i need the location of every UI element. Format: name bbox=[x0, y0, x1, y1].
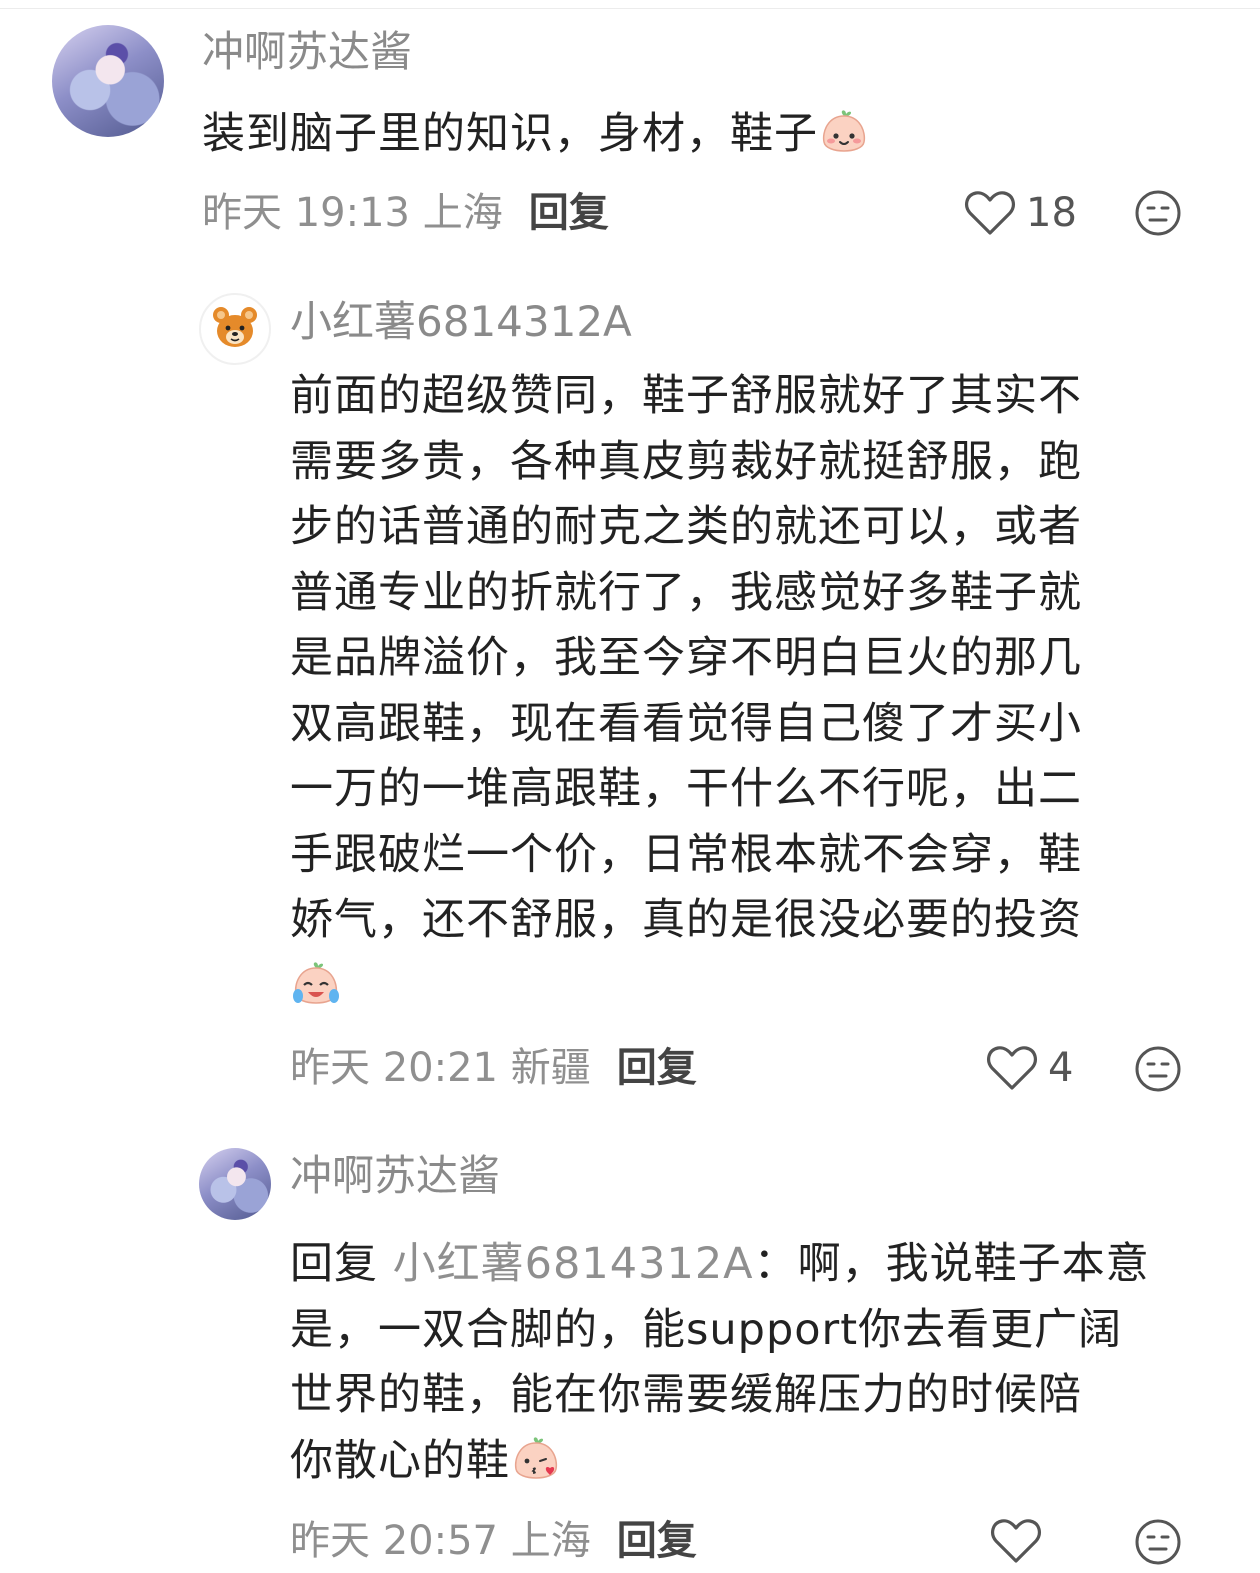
comment-text-line: 一万的一堆高跟鞋，干什么不行呢，出二 bbox=[290, 764, 1082, 814]
comment-text-line: 娇气，还不舒服，真的是很没必要的投资 bbox=[290, 895, 1082, 945]
dislike-face-icon[interactable] bbox=[1134, 189, 1182, 237]
reply-button[interactable]: 回复 bbox=[617, 1518, 697, 1564]
comment-meta: 昨天 20:57 上海 回复 bbox=[290, 1516, 697, 1566]
comment-text-line: 是，一双合脚的，能support你去看更广阔 bbox=[290, 1304, 1123, 1355]
comment-meta: 昨天 20:21 新疆 回复 bbox=[290, 1043, 697, 1093]
comment-text-line: 啊，我说鞋子本意 bbox=[797, 1239, 1150, 1289]
avatar[interactable] bbox=[52, 25, 164, 137]
comment-text-line: 需要多贵，各种真皮剪裁好就挺舒服，跑 bbox=[290, 436, 1082, 487]
crying-laughing-peach-emoji bbox=[293, 961, 339, 1004]
reply-button[interactable]: 回复 bbox=[617, 1045, 697, 1091]
like-button[interactable]: 18 bbox=[964, 188, 1077, 238]
smiling-peach-emoji bbox=[822, 110, 866, 152]
comment-username[interactable]: 冲啊苏达酱 bbox=[202, 26, 412, 78]
heart-icon bbox=[965, 191, 1015, 235]
like-count: 4 bbox=[1048, 1045, 1074, 1091]
comment-username[interactable]: 冲啊苏达酱 bbox=[290, 1150, 500, 1202]
reply-to-username[interactable]: 小红薯6814312A bbox=[393, 1239, 754, 1289]
heart-icon bbox=[991, 1519, 1041, 1563]
like-button[interactable] bbox=[990, 1516, 1052, 1566]
avatar[interactable] bbox=[199, 1148, 271, 1220]
dislike-face-icon[interactable] bbox=[1134, 1518, 1182, 1566]
reply-prefix: 回复 bbox=[290, 1239, 378, 1289]
comment-text: 前面的超级赞同，鞋子舒服就好了其实不 需要多贵，各种真皮剪裁好就挺舒服，跑 步的… bbox=[290, 364, 1190, 1019]
kissing-peach-emoji bbox=[514, 1436, 558, 1479]
comment-time-location: 昨天 19:13 上海 bbox=[202, 190, 503, 236]
comment-text-body: 装到脑子里的知识，身材，鞋子 bbox=[202, 109, 818, 159]
comment-username[interactable]: 小红薯6814312A bbox=[290, 296, 632, 348]
comment-text-line: 步的话普通的耐克之类的就还可以，或者 bbox=[290, 502, 1082, 552]
comment-text-line: 世界的鞋，能在你需要缓解压力的时候陪 bbox=[290, 1370, 1082, 1420]
comment-text-line: 手跟破烂一个价，日常根本就不会穿，鞋 bbox=[290, 829, 1082, 880]
reply-button[interactable]: 回复 bbox=[529, 190, 609, 236]
comment-text-line: 前面的超级赞同，鞋子舒服就好了其实不 bbox=[290, 371, 1082, 421]
comment-text-line: 你散心的鞋 bbox=[290, 1435, 510, 1486]
comment-meta: 昨天 19:13 上海 回复 bbox=[202, 188, 609, 238]
avatar[interactable] bbox=[199, 293, 271, 365]
dislike-face-icon[interactable] bbox=[1134, 1045, 1182, 1093]
bear-avatar-icon bbox=[213, 307, 257, 347]
comment-text-line: 双高跟鞋，现在看看觉得自己傻了才买小 bbox=[290, 698, 1082, 749]
comment-text-line: 普通专业的折就行了，我感觉好多鞋子就 bbox=[290, 567, 1082, 618]
comment-text: 装到脑子里的知识，身材，鞋子 bbox=[202, 102, 1202, 168]
comment-text: 回复 小红薯6814312A：啊，我说鞋子本意 是，一双合脚的，能support… bbox=[290, 1232, 1230, 1494]
top-divider bbox=[0, 8, 1260, 9]
like-count: 18 bbox=[1026, 190, 1077, 236]
heart-icon bbox=[987, 1046, 1037, 1090]
reply-colon: ： bbox=[753, 1239, 798, 1289]
comment-time-location: 昨天 20:21 新疆 bbox=[290, 1045, 591, 1091]
comment-text-line: 是品牌溢价，我至今穿不明白巨火的那几 bbox=[290, 633, 1082, 683]
like-button[interactable]: 4 bbox=[986, 1043, 1073, 1093]
comment-time-location: 昨天 20:57 上海 bbox=[290, 1518, 591, 1564]
